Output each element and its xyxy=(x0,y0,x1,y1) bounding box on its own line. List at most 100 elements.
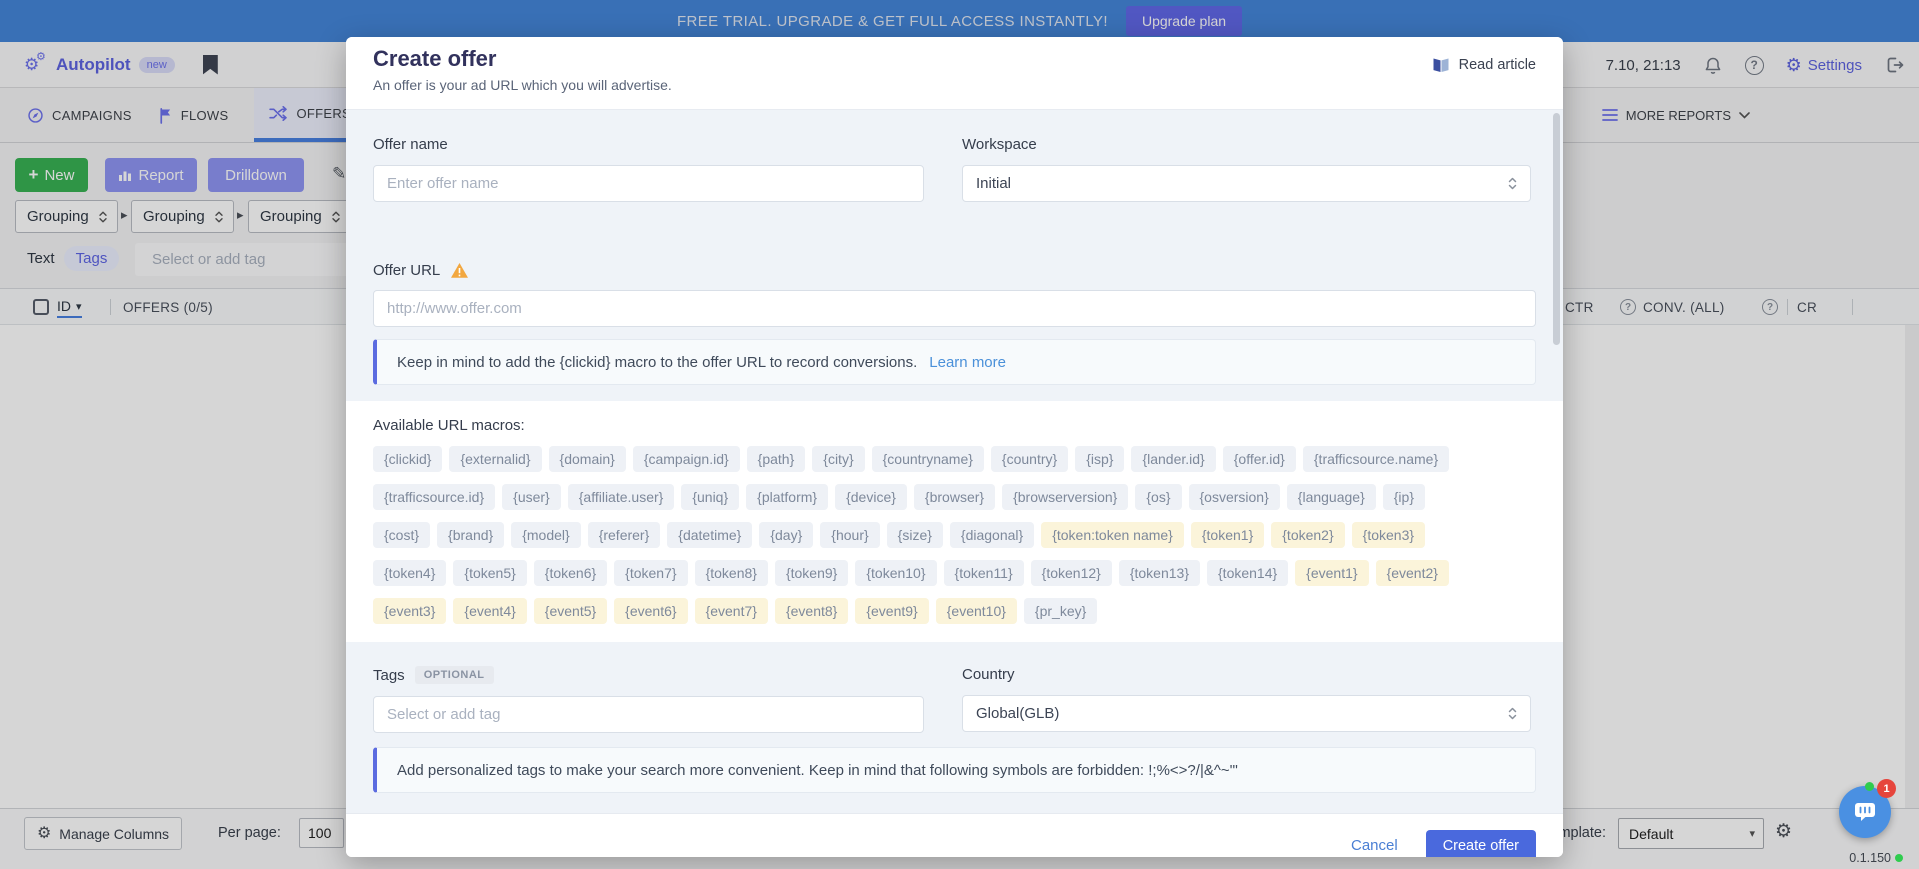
country-label: Country xyxy=(962,666,1531,683)
cancel-button[interactable]: Cancel xyxy=(1351,837,1398,854)
macro-chip[interactable]: {diagonal} xyxy=(950,522,1034,548)
macro-chip[interactable]: {event8} xyxy=(775,598,848,624)
macro-chip[interactable]: {event3} xyxy=(373,598,446,624)
macro-chip[interactable]: {token3} xyxy=(1352,522,1425,548)
tags-label-row: Tags OPTIONAL xyxy=(373,666,924,684)
macro-chip[interactable]: {country} xyxy=(991,446,1068,472)
macro-chip[interactable]: {browser} xyxy=(914,484,995,510)
app-version: 0.1.150 xyxy=(1849,851,1903,865)
offer-url-input[interactable] xyxy=(373,290,1536,327)
modal-footer: Cancel Create offer xyxy=(346,813,1563,857)
learn-more-link[interactable]: Learn more xyxy=(929,354,1006,371)
read-article-link[interactable]: Read article xyxy=(1431,57,1536,73)
workspace-select[interactable]: Initial xyxy=(962,165,1531,202)
chat-icon xyxy=(1852,800,1878,824)
macro-chip[interactable]: {token2} xyxy=(1271,522,1344,548)
macro-chip[interactable]: {browserversion} xyxy=(1002,484,1128,510)
modal-header: Create offer An offer is your ad URL whi… xyxy=(346,37,1563,110)
macro-chip[interactable]: {clickid} xyxy=(373,446,442,472)
modal-title: Create offer xyxy=(373,46,1536,72)
macro-chip[interactable]: {event6} xyxy=(614,598,687,624)
chat-unread-badge: 1 xyxy=(1877,779,1896,798)
macro-chip[interactable]: {token5} xyxy=(453,560,526,586)
macros-section: Available URL macros: {clickid} {external… xyxy=(346,401,1563,642)
macro-chip-row: {trafficsource.id} {user} {affiliate.user}… xyxy=(373,484,1536,510)
macro-chip[interactable]: {campaign.id} xyxy=(633,446,740,472)
macro-chip-row: {clickid} {externalid} {domain} {campaign.i… xyxy=(373,446,1536,472)
macro-chip[interactable]: {externalid} xyxy=(449,446,541,472)
macro-chip[interactable]: {city} xyxy=(812,446,864,472)
macro-chip[interactable]: {size} xyxy=(887,522,943,548)
macro-chip[interactable]: {uniq} xyxy=(681,484,739,510)
macro-chip[interactable]: {cost} xyxy=(373,522,430,548)
macro-chip[interactable]: {user} xyxy=(502,484,561,510)
book-icon xyxy=(1431,57,1451,73)
macro-chip[interactable]: {event1} xyxy=(1295,560,1368,586)
macro-chip[interactable]: {token7} xyxy=(614,560,687,586)
macro-chip[interactable]: {hour} xyxy=(820,522,879,548)
macro-chip[interactable]: {token1} xyxy=(1191,522,1264,548)
create-offer-button[interactable]: Create offer xyxy=(1426,830,1536,858)
macro-chip[interactable]: {osversion} xyxy=(1189,484,1280,510)
modal-form-section: Offer name Workspace Initial Offer URL xyxy=(346,110,1563,401)
offer-name-input[interactable] xyxy=(373,165,924,202)
macro-chip[interactable]: {platform} xyxy=(746,484,828,510)
country-select[interactable]: Global(GLB) xyxy=(962,695,1531,732)
macros-heading: Available URL macros: xyxy=(373,417,1536,434)
macro-chip[interactable]: {day} xyxy=(759,522,813,548)
optional-badge: OPTIONAL xyxy=(415,666,494,684)
macro-chip[interactable]: {token11} xyxy=(944,560,1024,586)
macro-chip[interactable]: {ip} xyxy=(1383,484,1425,510)
macro-chip[interactable]: {event4} xyxy=(453,598,526,624)
macro-chip[interactable]: {countryname} xyxy=(872,446,984,472)
macro-chip[interactable]: {os} xyxy=(1135,484,1181,510)
macro-chip[interactable]: {isp} xyxy=(1075,446,1124,472)
macro-chip[interactable]: {brand} xyxy=(437,522,504,548)
macro-chip[interactable]: {token13} xyxy=(1119,560,1200,586)
macro-chip-row: {token4} {token5} {token6} {token7} {token8}… xyxy=(373,560,1536,586)
macro-chip[interactable]: {language} xyxy=(1287,484,1376,510)
tags-input[interactable] xyxy=(373,696,924,733)
create-offer-modal: Create offer An offer is your ad URL whi… xyxy=(346,37,1563,857)
workspace-label: Workspace xyxy=(962,136,1531,153)
offer-name-label: Offer name xyxy=(373,136,924,153)
macro-chip[interactable]: {event7} xyxy=(695,598,768,624)
macro-chip[interactable]: {token8} xyxy=(695,560,768,586)
modal-subtitle: An offer is your ad URL which you will a… xyxy=(373,77,1536,93)
macro-chip[interactable]: {token4} xyxy=(373,560,446,586)
macro-chip[interactable]: {trafficsource.name} xyxy=(1303,446,1449,472)
macro-chip[interactable]: {datetime} xyxy=(667,522,752,548)
macro-chip[interactable]: {path} xyxy=(747,446,806,472)
macro-chip[interactable]: {referer} xyxy=(588,522,661,548)
macro-chip[interactable]: {event9} xyxy=(855,598,928,624)
tags-country-section: Tags OPTIONAL Country Global(GLB) Add pe… xyxy=(346,642,1563,813)
macro-chip[interactable]: {trafficsource.id} xyxy=(373,484,495,510)
macro-chip[interactable]: {token14} xyxy=(1207,560,1288,586)
status-dot xyxy=(1895,854,1903,862)
macro-chip[interactable]: {offer.id} xyxy=(1223,446,1296,472)
macro-chip[interactable]: {lander.id} xyxy=(1131,446,1215,472)
macro-chip[interactable]: {token:token name} xyxy=(1041,522,1184,548)
macro-chip-row: {event3} {event4} {event5} {event6} {event7}… xyxy=(373,598,1536,624)
macro-chip[interactable]: {affiliate.user} xyxy=(568,484,675,510)
macro-chip[interactable]: {domain} xyxy=(549,446,626,472)
macro-chip[interactable]: {device} xyxy=(835,484,907,510)
macro-chip[interactable]: {event2} xyxy=(1376,560,1449,586)
chat-widget-button[interactable]: 1 xyxy=(1839,786,1891,838)
macro-chip[interactable]: {event10} xyxy=(936,598,1017,624)
offer-url-label-row: Offer URL xyxy=(373,262,1536,279)
warning-icon xyxy=(450,262,469,279)
macro-chip[interactable]: {token10} xyxy=(855,560,936,586)
modal-scrollbar[interactable] xyxy=(1553,113,1560,345)
macro-chip[interactable]: {pr_key} xyxy=(1024,598,1097,624)
select-arrows-icon xyxy=(1507,706,1518,721)
tags-note: Add personalized tags to make your searc… xyxy=(373,747,1536,793)
online-status-dot xyxy=(1865,782,1874,791)
app-window: FREE TRIAL. UPGRADE & GET FULL ACCESS IN… xyxy=(0,0,1919,869)
macro-chip[interactable]: {token9} xyxy=(775,560,848,586)
select-arrows-icon xyxy=(1507,176,1518,191)
macro-chip[interactable]: {token6} xyxy=(534,560,607,586)
macro-chip[interactable]: {event5} xyxy=(534,598,607,624)
macro-chip[interactable]: {model} xyxy=(511,522,580,548)
macro-chip[interactable]: {token12} xyxy=(1031,560,1112,586)
